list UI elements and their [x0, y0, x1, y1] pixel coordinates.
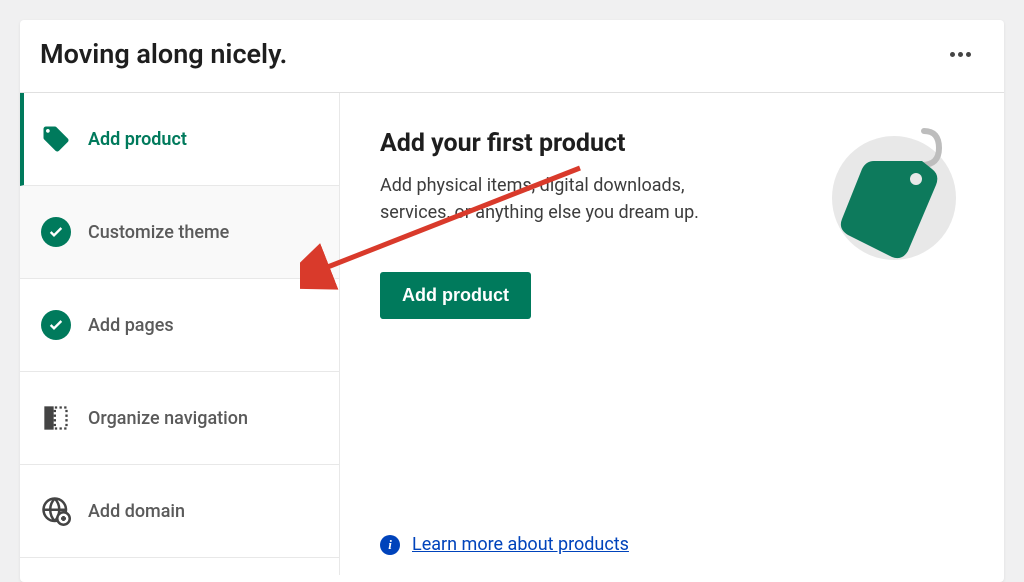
add-product-button[interactable]: Add product — [380, 272, 531, 319]
check-circle-icon — [40, 309, 72, 341]
layout-icon — [40, 402, 72, 434]
card-body: Add product Customize theme — [20, 93, 1004, 575]
more-options-icon[interactable] — [942, 44, 979, 65]
tag-icon — [40, 123, 72, 155]
sidebar-item-add-domain[interactable]: Add domain — [20, 465, 339, 558]
info-icon: i — [380, 535, 400, 555]
sidebar-item-label: Add pages — [88, 315, 174, 336]
card-header: Moving along nicely. — [20, 20, 1004, 93]
main-description: Add physical items, digital downloads, s… — [380, 172, 740, 226]
sidebar-item-label: Organize navigation — [88, 408, 248, 429]
sidebar-item-organize-navigation[interactable]: Organize navigation — [20, 372, 339, 465]
onboarding-card: Moving along nicely. Add product — [20, 20, 1004, 582]
sidebar-item-label: Add product — [88, 129, 187, 150]
globe-plus-icon — [40, 495, 72, 527]
sidebar-item-customize-theme[interactable]: Customize theme — [20, 186, 339, 279]
card-title: Moving along nicely. — [40, 38, 287, 70]
sidebar-item-add-pages[interactable]: Add pages — [20, 279, 339, 372]
main-panel: Add your first product Add physical item… — [340, 93, 1004, 575]
learn-more-row: i Learn more about products — [380, 534, 629, 555]
sidebar-item-add-product[interactable]: Add product — [20, 93, 339, 186]
check-circle-icon — [40, 216, 72, 248]
learn-more-link[interactable]: Learn more about products — [412, 534, 629, 555]
sidebar-item-label: Add domain — [88, 501, 185, 522]
onboarding-steps-sidebar: Add product Customize theme — [20, 93, 340, 575]
hero-illustration — [824, 123, 964, 267]
sidebar-item-label: Customize theme — [88, 222, 229, 243]
